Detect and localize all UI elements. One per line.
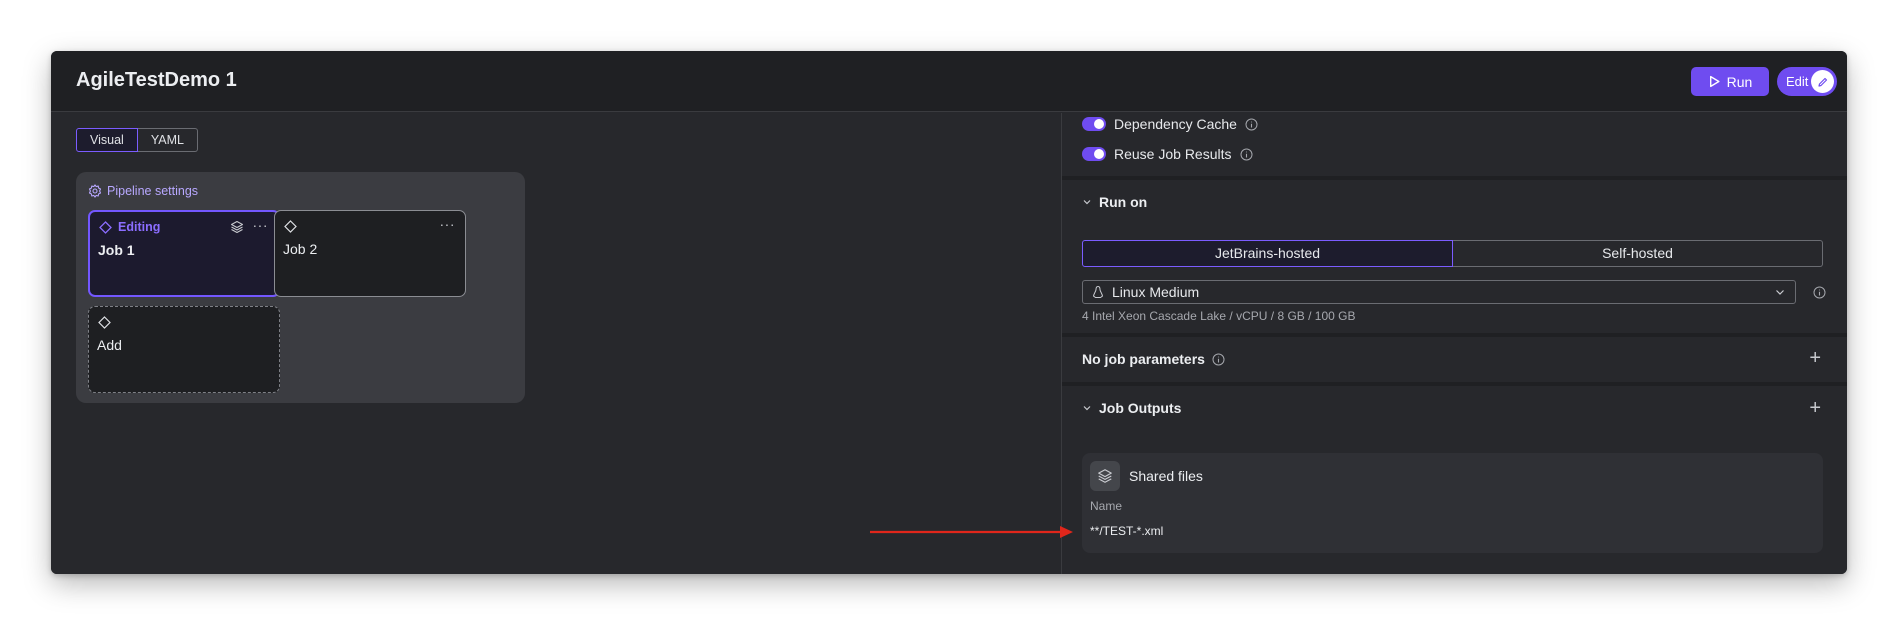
diamond-icon (284, 220, 297, 238)
annotation-arrow (870, 526, 1073, 538)
app-window: AgileTestDemo 1 Run Edit Visual YAML Pip… (51, 51, 1847, 574)
add-parameter-icon[interactable]: + (1809, 348, 1821, 368)
layers-icon[interactable] (230, 220, 244, 239)
run-button[interactable]: Run (1691, 67, 1769, 96)
name-label: Name (1090, 499, 1123, 513)
reuse-job-results-toggle[interactable] (1082, 147, 1106, 161)
info-icon[interactable] (1813, 286, 1826, 299)
diamond-icon (98, 316, 111, 334)
job-card-job-2[interactable]: ··· Job 2 (274, 210, 466, 297)
reuse-job-results-label: Reuse Job Results (1114, 146, 1232, 162)
add-job-card[interactable]: Add (88, 306, 280, 393)
job-outputs-header[interactable]: Job Outputs (1082, 400, 1181, 416)
pipeline-editor-pane: Visual YAML Pipeline settings Editing ··… (51, 113, 1060, 574)
job-outputs-title: Job Outputs (1099, 400, 1182, 416)
page-title: AgileTestDemo 1 (76, 69, 237, 91)
more-icon[interactable]: ··· (440, 216, 456, 232)
shared-files-card[interactable]: Shared files Name **/TEST-*.xml (1082, 453, 1823, 553)
play-icon (1709, 75, 1720, 88)
instance-select-value: Linux Medium (1112, 284, 1200, 300)
chevron-down-icon (1776, 290, 1784, 295)
reuse-job-results-row: Reuse Job Results (1082, 146, 1253, 162)
job-name: Job 1 (98, 242, 135, 258)
layers-icon (1090, 461, 1120, 491)
run-on-self-hosted[interactable]: Self-hosted (1453, 240, 1823, 267)
dependency-cache-label: Dependency Cache (1114, 116, 1237, 132)
run-on-toggle: JetBrains-hosted Self-hosted (1082, 240, 1823, 267)
section-divider (1062, 382, 1847, 386)
run-on-header[interactable]: Run on (1082, 194, 1147, 210)
diamond-icon (99, 221, 112, 239)
dependency-cache-row: Dependency Cache (1082, 116, 1258, 132)
tab-visual[interactable]: Visual (76, 128, 138, 152)
job-name: Job 2 (283, 241, 318, 257)
more-icon[interactable]: ··· (253, 217, 269, 233)
info-icon[interactable] (1245, 118, 1258, 131)
editing-badge: Editing (118, 220, 161, 234)
info-icon[interactable] (1240, 148, 1253, 161)
name-value: **/TEST-*.xml (1090, 524, 1164, 538)
chevron-down-icon (1083, 406, 1091, 411)
edit-toggle[interactable]: Edit (1777, 67, 1837, 96)
chevron-down-icon (1083, 200, 1091, 205)
header: AgileTestDemo 1 Run Edit (51, 51, 1847, 112)
run-on-title: Run on (1099, 194, 1148, 210)
info-icon[interactable] (1212, 353, 1225, 366)
add-job-label: Add (97, 337, 122, 353)
tab-yaml[interactable]: YAML (137, 128, 198, 152)
shared-files-title: Shared files (1129, 468, 1203, 484)
add-output-icon[interactable]: + (1809, 398, 1821, 418)
run-on-jetbrains-hosted[interactable]: JetBrains-hosted (1082, 240, 1453, 267)
instance-spec: 4 Intel Xeon Cascade Lake / vCPU / 8 GB … (1082, 309, 1356, 323)
job-card-job-1[interactable]: Editing ··· Job 1 (88, 210, 280, 297)
section-divider (1062, 176, 1847, 180)
pipeline-canvas: Pipeline settings Editing ··· Job 1 ··· (76, 172, 525, 403)
run-button-label: Run (1726, 73, 1753, 90)
linux-icon (1092, 285, 1104, 298)
section-divider (1062, 333, 1847, 337)
instance-select[interactable]: Linux Medium (1082, 280, 1796, 304)
pencil-icon (1811, 70, 1834, 93)
dependency-cache-toggle[interactable] (1082, 117, 1106, 131)
job-parameters-header: No job parameters (1082, 351, 1225, 367)
pipeline-settings-label: Pipeline settings (107, 184, 199, 198)
view-mode-toggle: Visual YAML (76, 128, 198, 152)
edit-label: Edit (1786, 74, 1809, 89)
pipeline-settings-link[interactable]: Pipeline settings (88, 184, 198, 198)
job-settings-pane: Dependency Cache Reuse Job Results Run o… (1061, 113, 1847, 574)
gear-icon (88, 184, 102, 198)
job-parameters-title: No job parameters (1082, 351, 1205, 367)
